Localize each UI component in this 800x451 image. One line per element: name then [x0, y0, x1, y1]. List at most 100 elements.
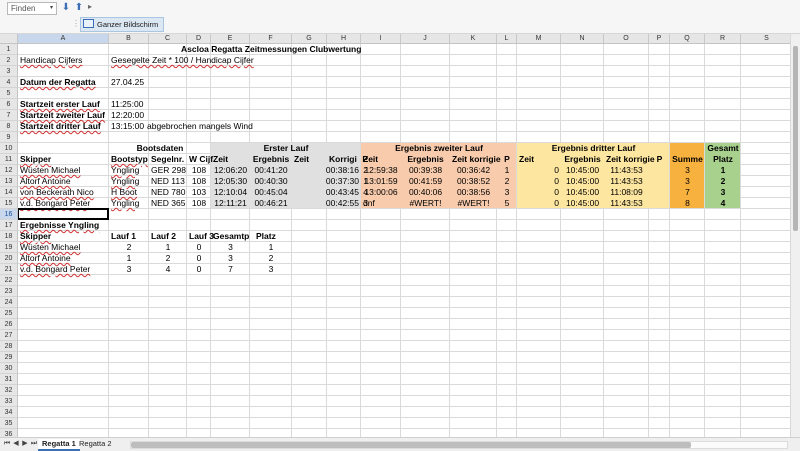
column-header-d[interactable]: D [187, 34, 211, 44]
vertical-scroll-thumb[interactable] [793, 46, 798, 231]
header-skipper: Skipper [20, 154, 52, 164]
column-header-f[interactable]: F [250, 34, 292, 44]
start2-label: Startzeit zweiter Lauf [20, 110, 106, 120]
total-place: 4 [720, 198, 726, 208]
column-header-c[interactable]: C [149, 34, 187, 44]
row-header-10[interactable]: 10 [0, 143, 18, 154]
row-header-33[interactable]: 33 [0, 396, 18, 407]
row-header-36[interactable]: 36 [0, 429, 18, 437]
row-header-14[interactable]: 14 [0, 187, 18, 198]
column-header-i[interactable]: I [361, 34, 401, 44]
row-header-1[interactable]: 1 [0, 44, 18, 55]
sheet-title: Ascloa Regatta Zeitmessungen Clubwertung [181, 44, 362, 54]
header-summe: Summe [672, 154, 703, 164]
fullscreen-button[interactable]: Ganzer Bildschirm [80, 17, 165, 32]
boat-type: Yngling [111, 165, 140, 175]
column-header-l[interactable]: L [497, 34, 517, 44]
column-header-s[interactable]: S [741, 34, 793, 44]
run3-result: 10:45:00 [565, 187, 600, 197]
yngling-title: Ergebnisse Yngling [20, 220, 100, 230]
row-header-31[interactable]: 31 [0, 374, 18, 385]
row-header-2[interactable]: 2 [0, 55, 18, 66]
column-header-q[interactable]: Q [670, 34, 705, 44]
find-previous-icon[interactable]: ⬆ [74, 2, 84, 13]
vertical-scrollbar[interactable] [790, 34, 800, 437]
find-input[interactable]: Finden [7, 2, 52, 15]
start1-label: Startzeit erster Lauf [20, 99, 100, 109]
column-header-m[interactable]: M [517, 34, 561, 44]
column-header-r[interactable]: R [705, 34, 741, 44]
row-header-15[interactable]: 15 [0, 198, 18, 209]
run2-corrected: #WERT! [457, 198, 490, 208]
row-header-22[interactable]: 22 [0, 275, 18, 286]
tab-regatta-1[interactable]: Regatta 1 [38, 439, 80, 451]
column-header-e[interactable]: E [211, 34, 250, 44]
first-sheet-icon[interactable]: ⏮ [3, 440, 11, 448]
row-header-18[interactable]: 18 [0, 231, 18, 242]
column-header-o[interactable]: O [604, 34, 649, 44]
yngling-lauf1: 3 [126, 264, 132, 274]
column-header-b[interactable]: B [109, 34, 149, 44]
row-header-21[interactable]: 21 [0, 264, 18, 275]
row-header-8[interactable]: 8 [0, 121, 18, 132]
total-points: 7 [685, 187, 690, 197]
row-header-17[interactable]: 17 [0, 220, 18, 231]
row-header-35[interactable]: 35 [0, 418, 18, 429]
yngling-lauf1: 1 [126, 253, 132, 263]
row-header-23[interactable]: 23 [0, 286, 18, 297]
column-header-a[interactable]: A [18, 34, 109, 44]
horizontal-scroll-thumb[interactable] [131, 442, 691, 448]
row-header-29[interactable]: 29 [0, 352, 18, 363]
row-header-16[interactable]: 16 [0, 209, 18, 220]
column-header-k[interactable]: K [450, 34, 497, 44]
column-header-g[interactable]: G [292, 34, 327, 44]
yngling-skipper: Wüsten Michael [20, 242, 81, 252]
column-gridline [400, 44, 401, 437]
row-header-32[interactable]: 32 [0, 385, 18, 396]
column-header-p[interactable]: P [649, 34, 670, 44]
row-header-11[interactable]: 11 [0, 154, 18, 165]
row-header-26[interactable]: 26 [0, 319, 18, 330]
next-sheet-icon[interactable]: ▶ [21, 440, 29, 448]
find-next-icon[interactable]: ⬇ [61, 2, 71, 13]
last-sheet-icon[interactable]: ⏭ [30, 440, 38, 448]
spreadsheet-grid[interactable]: Ascloa Regatta Zeitmessungen Clubwertung… [0, 34, 800, 437]
row-header-4[interactable]: 4 [0, 77, 18, 88]
row-header-19[interactable]: 19 [0, 242, 18, 253]
total-points: 8 [685, 198, 690, 208]
run3-corrected: 11:08:09 [610, 187, 643, 197]
row-header-13[interactable]: 13 [0, 176, 18, 187]
column-header-n[interactable]: N [561, 34, 604, 44]
row-header-34[interactable]: 34 [0, 407, 18, 418]
run1-time: 12:10:04 [213, 187, 248, 197]
row-header-27[interactable]: 27 [0, 330, 18, 341]
row-header-3[interactable]: 3 [0, 66, 18, 77]
find-dropdown-icon[interactable]: ▾ [47, 2, 57, 15]
column-header-h[interactable]: H [327, 34, 361, 44]
row-header-28[interactable]: 28 [0, 341, 18, 352]
row-header-24[interactable]: 24 [0, 297, 18, 308]
tab-regatta-2[interactable]: Regatta 2 [75, 439, 116, 449]
date-label: Datum der Regatta [20, 77, 96, 87]
row-header-9[interactable]: 9 [0, 132, 18, 143]
sheet-tab-bar: ⏮ ◀ ▶ ⏭ Regatta 1 Regatta 2 [0, 437, 800, 451]
select-all-corner[interactable] [0, 34, 18, 44]
row-header-7[interactable]: 7 [0, 110, 18, 121]
previous-sheet-icon[interactable]: ◀ [12, 440, 20, 448]
row-header-20[interactable]: 20 [0, 253, 18, 264]
header-zeit: Zeit [213, 154, 229, 164]
yngling-gesamtp: 3 [228, 253, 233, 263]
header-zeit-korrigiert: Zeit korrigie [452, 154, 501, 164]
selected-cell-a16[interactable] [17, 208, 109, 220]
row-header-30[interactable]: 30 [0, 363, 18, 374]
run1-corrected: 00:37:30 [325, 176, 359, 186]
toolbar-overflow-icon[interactable]: ▸ [88, 2, 92, 14]
row-header-25[interactable]: 25 [0, 308, 18, 319]
run1-time: 12:06:20 [213, 165, 248, 175]
row-header-12[interactable]: 12 [0, 165, 18, 176]
row-header-5[interactable]: 5 [0, 88, 18, 99]
horizontal-scrollbar[interactable] [130, 441, 788, 449]
row-header-6[interactable]: 6 [0, 99, 18, 110]
yngling-platz: 3 [268, 264, 274, 274]
column-header-j[interactable]: J [401, 34, 450, 44]
